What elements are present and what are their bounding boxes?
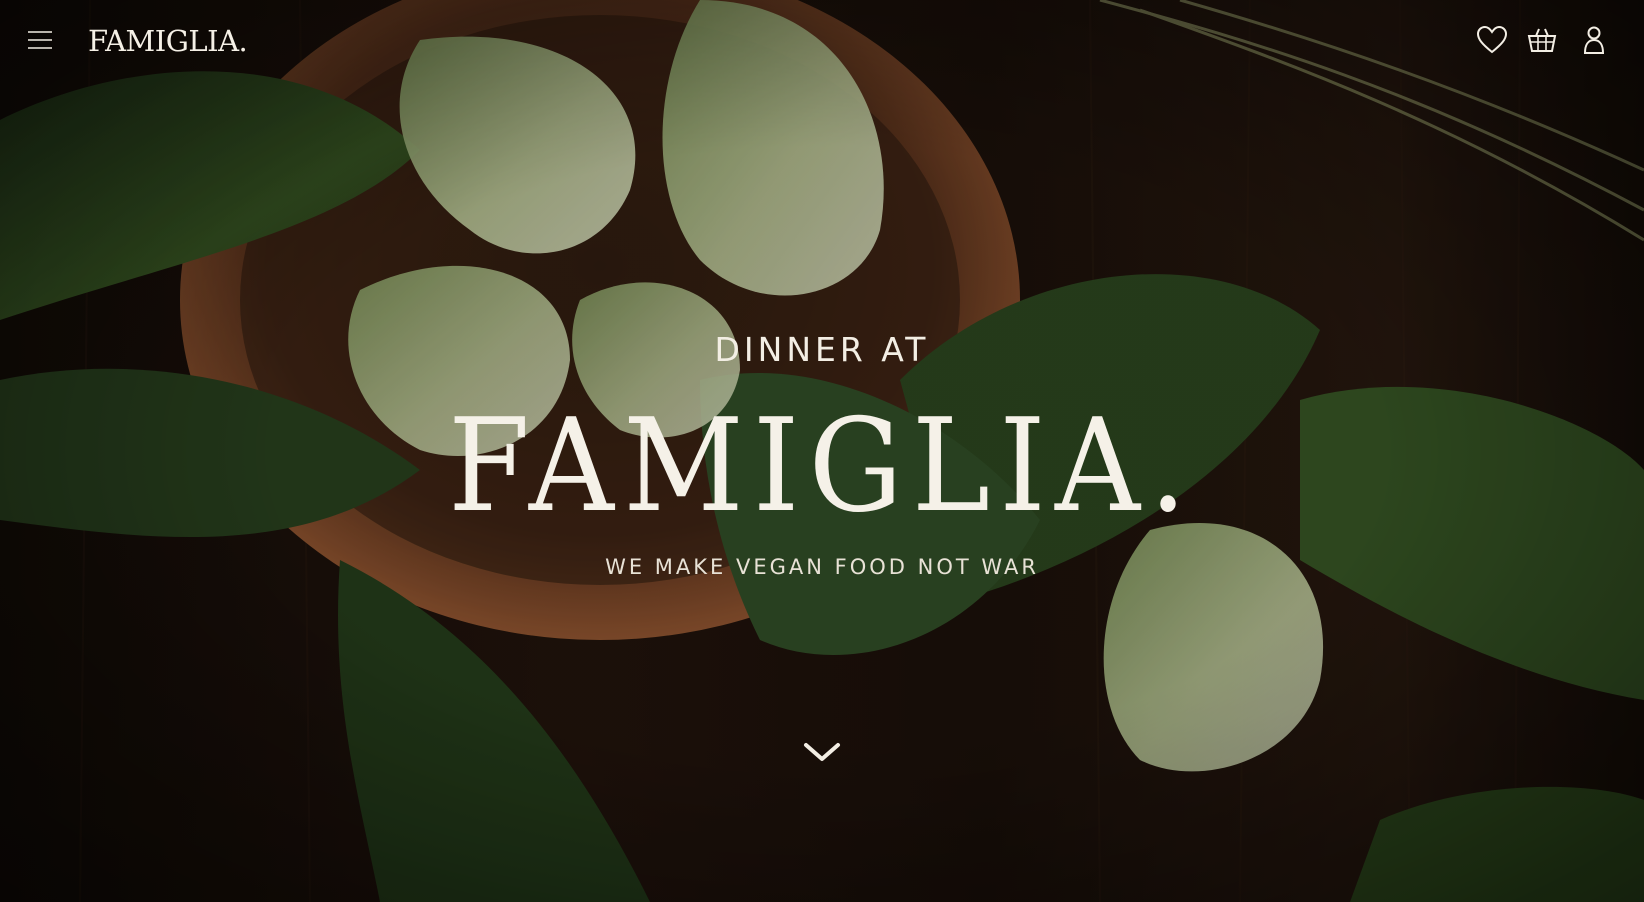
chevron-down-icon xyxy=(804,743,840,761)
scroll-down-button[interactable] xyxy=(800,734,844,770)
hero-section: FAMIGLIA. DINNER AT FAMIGLIA. WE MAKE VE… xyxy=(0,0,1644,902)
hero-title: FAMIGLIA. xyxy=(448,392,1196,541)
hero-content: DINNER AT FAMIGLIA. WE MAKE VEGAN FOOD N… xyxy=(0,0,1644,902)
hero-kicker: DINNER AT xyxy=(714,330,930,369)
hero-tagline: WE MAKE VEGAN FOOD NOT WAR xyxy=(605,555,1039,579)
